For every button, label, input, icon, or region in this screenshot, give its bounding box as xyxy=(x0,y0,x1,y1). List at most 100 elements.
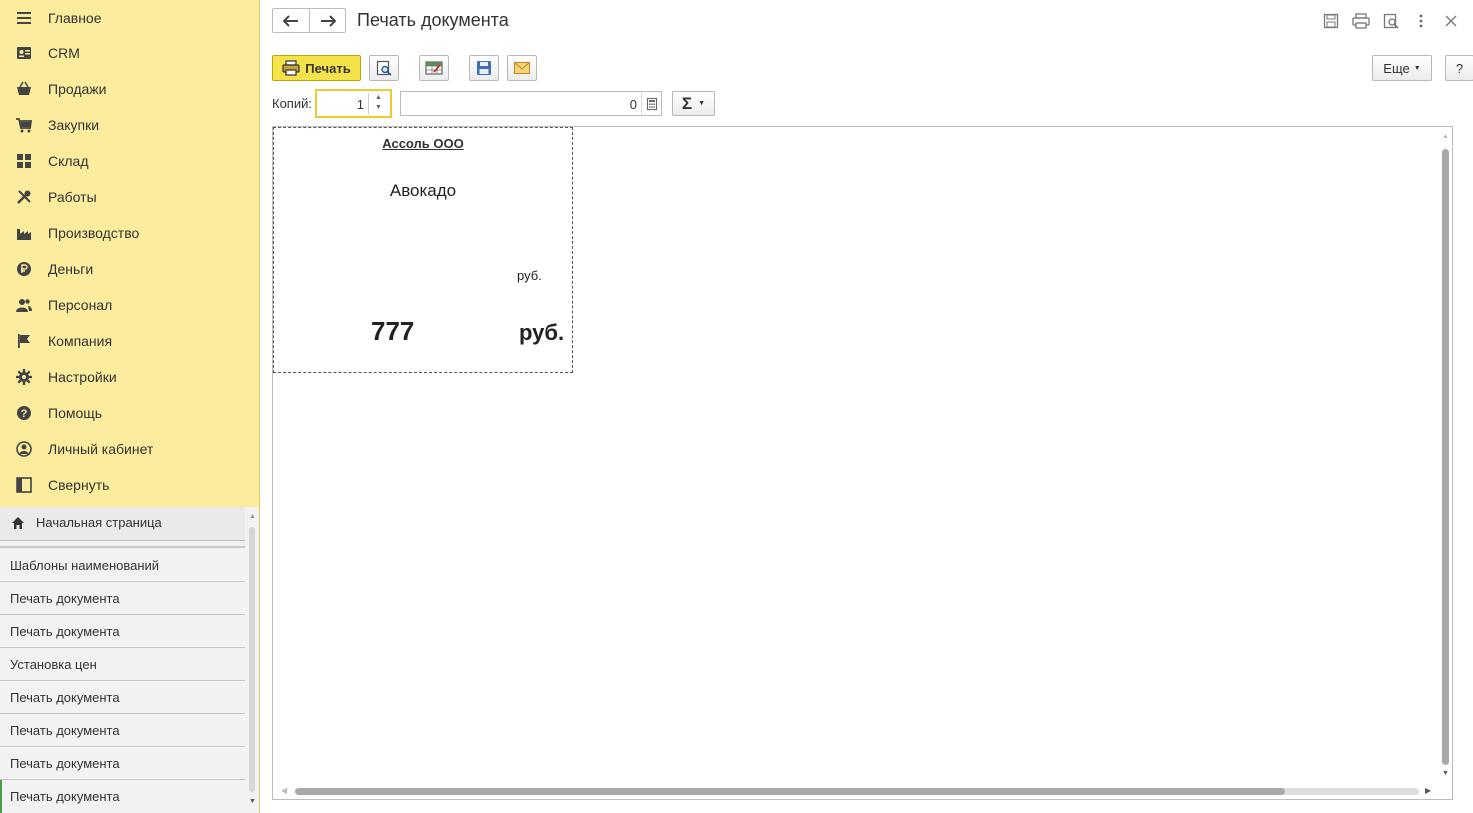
factory-icon xyxy=(17,229,31,240)
printer-icon xyxy=(282,60,300,76)
more-actions-button[interactable] xyxy=(1411,11,1431,31)
floppy-disk-icon xyxy=(1323,13,1339,29)
edit-table-button[interactable] xyxy=(419,55,449,81)
price-value: 777 xyxy=(371,316,415,346)
print-window-button[interactable] xyxy=(1351,11,1371,31)
section-company[interactable]: Компания xyxy=(0,323,259,359)
section-label: Продажи xyxy=(48,81,107,97)
preview-window-button[interactable] xyxy=(1381,11,1401,31)
print-button-label: Печать xyxy=(305,60,351,76)
section-label: Личный кабинет xyxy=(48,441,154,457)
currency-small: руб. xyxy=(517,268,542,283)
scroll-down-arrow-icon[interactable]: ▼ xyxy=(1442,770,1449,777)
history-item[interactable]: Шаблоны наименований xyxy=(0,549,245,582)
vertical-scroll-thumb[interactable] xyxy=(1442,149,1449,765)
section-label: CRM xyxy=(48,45,80,61)
cart-icon xyxy=(16,118,32,133)
section-label: Настройки xyxy=(48,369,117,385)
section-purchases[interactable]: Закупки xyxy=(0,107,259,143)
section-label: Работы xyxy=(48,189,97,205)
history-item-label: Печать документа xyxy=(10,690,120,705)
magnifier-page-icon xyxy=(376,60,392,76)
currency-big: руб. xyxy=(519,320,565,345)
scroll-right-arrow-icon[interactable]: ▶ xyxy=(1425,786,1431,795)
help-icon: ? xyxy=(17,406,31,420)
chevron-down-icon: ▼ xyxy=(1413,64,1421,72)
history-scrollbar[interactable]: ▲ ▼ xyxy=(246,507,258,813)
preview-button[interactable] xyxy=(369,55,399,81)
organization-name: Ассоль ООО xyxy=(382,136,464,151)
scroll-down-arrow-icon[interactable]: ▼ xyxy=(249,798,256,805)
section-personal-account[interactable]: Личный кабинет xyxy=(0,431,259,467)
save-to-file-button[interactable] xyxy=(469,55,499,81)
section-label: Главное xyxy=(48,10,102,26)
history-item-label: Шаблоны наименований xyxy=(10,558,160,573)
history-item[interactable]: Печать документа xyxy=(0,714,245,747)
section-label: Персонал xyxy=(48,297,113,313)
send-email-button[interactable] xyxy=(507,55,537,81)
section-help[interactable]: ? Помощь xyxy=(0,395,259,431)
section-works[interactable]: Работы xyxy=(0,179,259,215)
more-button[interactable]: Еще ▼ xyxy=(1372,55,1432,81)
print-button[interactable]: Печать xyxy=(272,55,361,81)
section-collapse[interactable]: Свернуть xyxy=(0,467,259,503)
spreadsheet-document[interactable]: Ассоль ООО Авокадо руб. 777 руб. ▲ ▼ ◀ ▶ xyxy=(272,126,1453,800)
copies-input[interactable]: 1 ▲ ▼ xyxy=(315,89,392,118)
history-item[interactable]: Печать документа xyxy=(0,747,245,780)
history-item[interactable]: Печать документа xyxy=(0,681,245,714)
history-panel: Начальная страница Шаблоны наименований … xyxy=(0,507,260,813)
help-button-label: ? xyxy=(1455,60,1464,76)
scroll-up-arrow-icon[interactable]: ▲ xyxy=(249,513,256,520)
history-scroll-thumb[interactable] xyxy=(249,527,255,792)
sum-function-button[interactable]: Σ ▼ xyxy=(672,91,715,116)
arrow-right-icon xyxy=(320,14,336,27)
home-icon xyxy=(12,517,24,529)
vertical-scrollbar[interactable]: ▲ ▼ xyxy=(1439,129,1451,781)
history-item[interactable]: Печать документа xyxy=(0,615,245,648)
history-item-label: Печать документа xyxy=(10,591,120,606)
calculator-button[interactable] xyxy=(641,92,661,115)
main-panel: Печать документа Печать Еще ▼ ? Копий: 1… xyxy=(260,0,1473,813)
sum-value: 0 xyxy=(629,97,637,112)
section-label: Закупки xyxy=(48,117,100,133)
section-warehouse[interactable]: Склад xyxy=(0,143,259,179)
section-production[interactable]: Производство xyxy=(0,215,259,251)
sigma-icon: Σ xyxy=(681,93,693,113)
copies-value: 1 xyxy=(356,97,364,112)
section-main[interactable]: Главное xyxy=(0,0,259,36)
forward-button[interactable] xyxy=(309,9,345,32)
section-settings[interactable]: Настройки xyxy=(0,359,259,395)
section-personnel[interactable]: Персонал xyxy=(0,287,259,323)
copies-stepper[interactable]: ▲ ▼ xyxy=(368,93,388,114)
history-item-active[interactable]: Печать документа xyxy=(0,780,245,813)
help-button[interactable]: ? xyxy=(1445,55,1473,81)
back-button[interactable] xyxy=(273,9,309,32)
horizontal-scrollbar[interactable]: ◀ ▶ xyxy=(275,784,1439,798)
user-circle-icon xyxy=(16,441,32,457)
menu-icon xyxy=(17,12,31,24)
decrement-icon[interactable]: ▼ xyxy=(375,104,382,111)
section-label: Помощь xyxy=(48,405,103,421)
flag-icon xyxy=(18,334,30,348)
history-home-label: Начальная страница xyxy=(36,515,162,530)
scroll-up-arrow-icon[interactable]: ▲ xyxy=(1442,133,1449,140)
history-home-page[interactable]: Начальная страница xyxy=(0,507,245,541)
copies-row: Копий: 1 ▲ ▼ 0 Σ ▼ xyxy=(272,89,1462,119)
save-window-button[interactable] xyxy=(1321,11,1341,31)
close-button[interactable] xyxy=(1441,11,1461,31)
copies-label: Копий: xyxy=(272,96,312,111)
section-money[interactable]: Деньги xyxy=(0,251,259,287)
horizontal-scroll-thumb[interactable] xyxy=(295,788,1285,795)
scroll-left-arrow-icon[interactable]: ◀ xyxy=(281,786,287,795)
envelope-icon xyxy=(514,62,530,74)
sum-field[interactable]: 0 xyxy=(400,91,662,116)
section-crm[interactable]: CRM xyxy=(0,35,259,71)
section-label: Склад xyxy=(48,153,89,169)
calculator-icon xyxy=(646,97,657,110)
basket-icon xyxy=(17,81,31,95)
section-sales[interactable]: Продажи xyxy=(0,71,259,107)
history-item[interactable]: Установка цен xyxy=(0,648,245,681)
history-item[interactable]: Печать документа xyxy=(0,582,245,615)
increment-icon[interactable]: ▲ xyxy=(375,94,382,101)
svg-text:?: ? xyxy=(21,408,28,420)
